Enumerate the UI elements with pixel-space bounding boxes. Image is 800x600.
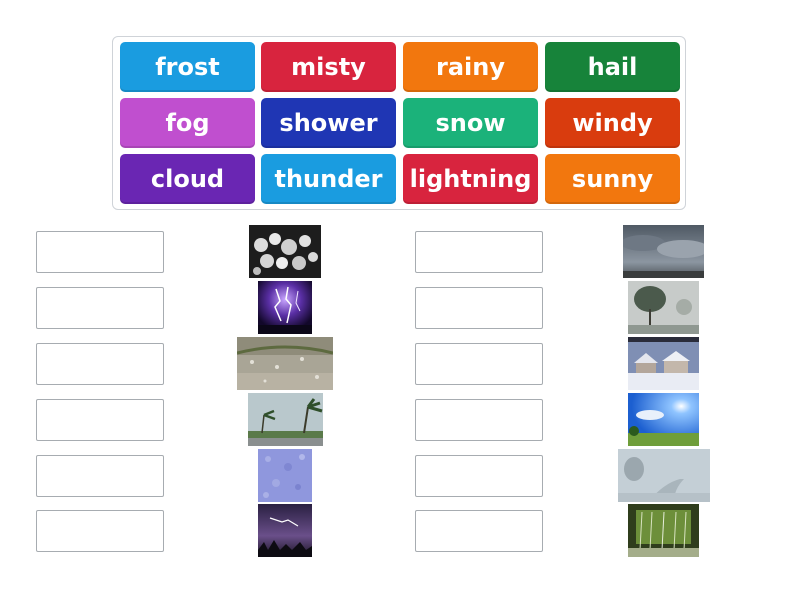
drop-slot[interactable] xyxy=(36,343,164,385)
shower-rain-image xyxy=(628,504,699,557)
lightning-bolts-image xyxy=(258,281,312,334)
tile-fog[interactable]: fog xyxy=(120,98,255,148)
cloudy-sky-image xyxy=(623,225,704,278)
drop-slot[interactable] xyxy=(36,231,164,273)
drop-slot[interactable] xyxy=(415,510,543,552)
tile-snow[interactable]: snow xyxy=(403,98,538,148)
rain-on-window-image xyxy=(237,337,333,390)
drop-slot[interactable] xyxy=(415,343,543,385)
tile-rainy[interactable]: rainy xyxy=(403,42,538,92)
drop-slot[interactable] xyxy=(415,455,543,497)
tile-thunder[interactable]: thunder xyxy=(261,154,396,204)
drop-slot[interactable] xyxy=(415,287,543,329)
tile-frost[interactable]: frost xyxy=(120,42,255,92)
snowy-houses-image xyxy=(628,337,699,390)
windy-palms-image xyxy=(248,393,323,446)
tile-hail[interactable]: hail xyxy=(545,42,680,92)
tile-windy[interactable]: windy xyxy=(545,98,680,148)
drop-slot[interactable] xyxy=(415,231,543,273)
thunderstorm-image xyxy=(258,504,312,557)
drop-slot[interactable] xyxy=(415,399,543,441)
drop-slot[interactable] xyxy=(36,510,164,552)
drop-slot[interactable] xyxy=(36,399,164,441)
tile-shower[interactable]: shower xyxy=(261,98,396,148)
tile-sunny[interactable]: sunny xyxy=(545,154,680,204)
tile-misty[interactable]: misty xyxy=(261,42,396,92)
tile-lightning[interactable]: lightning xyxy=(403,154,538,204)
sunny-field-image xyxy=(628,393,699,446)
drop-slot[interactable] xyxy=(36,455,164,497)
drop-slot[interactable] xyxy=(36,287,164,329)
foggy-road-image xyxy=(618,449,710,502)
misty-trees-image xyxy=(628,281,699,334)
frost-texture-image xyxy=(258,449,312,502)
hailstones-image xyxy=(249,225,321,278)
tile-cloud[interactable]: cloud xyxy=(120,154,255,204)
